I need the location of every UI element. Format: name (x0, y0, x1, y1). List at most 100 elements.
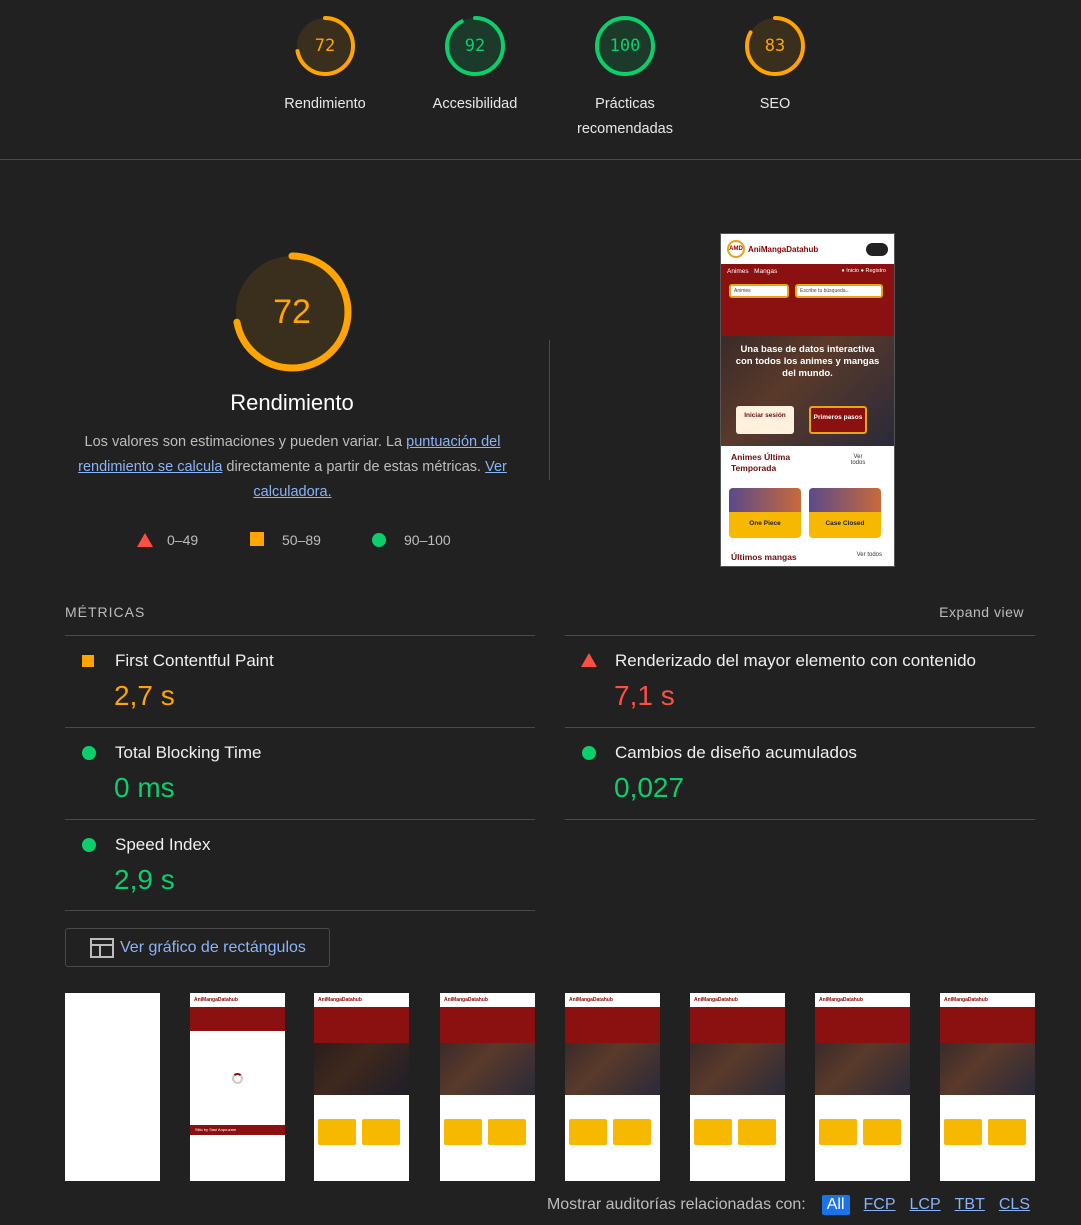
filmstrip-frame-5: AniMangaDatahub (565, 993, 660, 1181)
thumb-nav (690, 1007, 785, 1043)
final-screenshot[interactable]: AMD AniMangaDatahub Animes Mangas ● Inic… (720, 233, 895, 567)
treemap-button-label: Ver gráfico de rectángulos (120, 939, 306, 956)
metric-value: 2,9 s (114, 864, 175, 895)
thumb-hero (565, 1043, 660, 1095)
triangle-icon (137, 533, 153, 547)
thumb-body (690, 1095, 785, 1181)
metric-divider (565, 819, 1035, 820)
see-all-link: Ver todos (856, 552, 882, 558)
thumb-header: AniMangaDatahub (440, 993, 535, 1007)
desc-text-2: directamente a partir de estas métricas. (222, 459, 486, 475)
thumb-hero (314, 1043, 409, 1095)
metric-divider (565, 635, 1035, 636)
card-case-closed: Case Closed (809, 488, 881, 538)
desc-text: Los valores son estimaciones y pueden va… (84, 434, 407, 450)
circle-icon (372, 533, 386, 547)
metric-value: 2,7 s (114, 680, 175, 711)
card-title: Case Closed (825, 520, 865, 527)
thumb-card (318, 1119, 356, 1145)
nav-register: Registro (865, 268, 886, 274)
circle-icon (582, 746, 596, 760)
main-score: 72 (273, 293, 311, 331)
filter-label: Mostrar auditorías relacionadas con: (546, 1196, 806, 1213)
performance-label: Rendimiento (284, 96, 366, 112)
filmstrip-frame-1 (65, 993, 160, 1181)
card-title: One Piece (749, 520, 781, 527)
accessibility-label: Accesibilidad (432, 96, 518, 112)
square-icon (250, 532, 264, 546)
metric-divider (65, 819, 535, 820)
expand-view-toggle[interactable]: Expand view (939, 604, 1024, 620)
metric-name: Speed Index (115, 835, 211, 854)
hero-text: Una base de datos interactiva con todos … (735, 344, 880, 379)
seo-label: SEO (759, 96, 791, 112)
filmstrip-frame-2: AniMangaDatahub Sitio by Sasi Arquuzam (190, 993, 285, 1181)
nav-animes: Animes (727, 268, 749, 275)
thumb-nav (440, 1007, 535, 1043)
metric-divider (565, 727, 1035, 728)
metric-name: First Contentful Paint (115, 651, 274, 670)
thumb-body (940, 1095, 1035, 1181)
theme-toggle-icon (866, 242, 888, 256)
thumb-hero (440, 1043, 535, 1095)
performance-score: 72 (314, 36, 336, 56)
hero-login-button: Iniciar sesión (736, 406, 794, 434)
screenshot-search: Escribe tu búsqueda... (795, 284, 883, 298)
seo-score: 83 (764, 36, 786, 56)
card-one-piece: One Piece (729, 488, 801, 538)
see-all-link: Ver todos (850, 454, 866, 466)
screenshot-section-mangas: Últimos mangas Ver todos (721, 546, 894, 566)
filter-fcp[interactable]: FCP (864, 1196, 896, 1214)
section-title: Animes Última Temporada (731, 452, 791, 473)
thumb-nav (565, 1007, 660, 1043)
thumb-hero (690, 1043, 785, 1095)
metric-name: Cambios de diseño acumulados (615, 743, 857, 762)
score-description: Los valores son estimaciones y pueden va… (60, 430, 525, 505)
legend-fail: 0–49 (137, 530, 198, 550)
metric-name: Total Blocking Time (115, 743, 262, 762)
thumb-hero (940, 1043, 1035, 1095)
metric-divider (65, 910, 535, 911)
filmstrip-frame-6: AniMangaDatahub (690, 993, 785, 1181)
metric-value: 0,027 (614, 772, 685, 803)
legend-average: 50–89 (250, 530, 321, 550)
thumb-card (738, 1119, 776, 1145)
site-logo: AMD (727, 240, 745, 258)
thumb-card (444, 1119, 482, 1145)
legend-pass: 90–100 (372, 530, 451, 550)
metrics-title: MÉTRICAS (65, 604, 146, 620)
circle-icon (82, 838, 96, 852)
thumb-card (863, 1119, 901, 1145)
thumb-header: AniMangaDatahub (314, 993, 409, 1007)
nav-login: Inicio (846, 268, 860, 274)
filter-cls[interactable]: CLS (999, 1196, 1030, 1214)
filmstrip-frame-4: AniMangaDatahub (440, 993, 535, 1181)
loading-spinner-icon (232, 1073, 243, 1084)
nav-mangas: Mangas (754, 268, 778, 275)
metric-name: Renderizado del mayor elemento con conte… (615, 651, 977, 670)
screenshot-header: AMD AniMangaDatahub (721, 234, 894, 264)
vertical-divider (549, 340, 550, 480)
filter-tbt[interactable]: TBT (955, 1196, 985, 1214)
filmstrip-frame-8: AniMangaDatahub (940, 993, 1035, 1181)
screenshot-hero: Una base de datos interactiva con todos … (721, 336, 894, 446)
thumb-nav (815, 1007, 910, 1043)
filter-all[interactable]: All (821, 1195, 850, 1215)
thumb-body (314, 1095, 409, 1181)
thumb-card (488, 1119, 526, 1145)
screenshot-select: Animes (729, 284, 789, 298)
thumb-header: AniMangaDatahub (815, 993, 910, 1007)
legend-fail-label: 0–49 (167, 532, 199, 548)
triangle-icon (581, 653, 597, 667)
thumb-hero (815, 1043, 910, 1095)
thumb-header: AniMangaDatahub (940, 993, 1035, 1007)
filter-lcp[interactable]: LCP (910, 1196, 941, 1214)
thumb-card (362, 1119, 400, 1145)
thumb-header: AniMangaDatahub (190, 993, 285, 1007)
filmstrip-frame-3: AniMangaDatahub (314, 993, 409, 1181)
treemap-icon (90, 938, 114, 958)
treemap-button[interactable]: Ver gráfico de rectángulos (65, 928, 330, 967)
best-practices-score: 100 (609, 36, 641, 56)
thumb-header: AniMangaDatahub (690, 993, 785, 1007)
metric-value: 0 ms (114, 772, 175, 803)
